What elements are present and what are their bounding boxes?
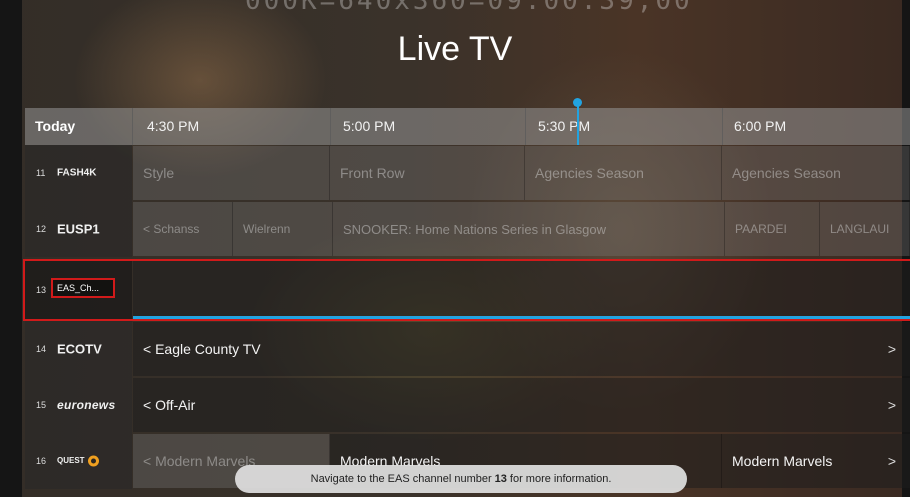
current-time-indicator bbox=[577, 102, 579, 145]
channel-row-11[interactable]: 11 FASH4K Style Front Row Agencies Seaso… bbox=[25, 145, 910, 201]
channel-number: 12 bbox=[36, 224, 47, 234]
channel-number: 11 bbox=[36, 168, 46, 178]
info-toast: Navigate to the EAS channel number 13 fo… bbox=[235, 465, 687, 493]
timeline-day-label: Today bbox=[35, 118, 76, 134]
timeline-slot: 4:30 PM bbox=[147, 118, 200, 134]
channel-cell[interactable]: 11 FASH4K bbox=[25, 145, 132, 201]
chevron-right-icon[interactable]: > bbox=[888, 453, 896, 469]
quest-logo-text: QUEST bbox=[57, 456, 85, 466]
quest-logo-icon bbox=[87, 455, 99, 467]
program-cell[interactable]: < Off-Air bbox=[133, 378, 910, 432]
channel-callsign: FASH4K bbox=[57, 167, 97, 179]
program-cell[interactable]: Agencies Season bbox=[525, 146, 722, 200]
program-cell[interactable]: SNOOKER: Home Nations Series in Glasgow bbox=[333, 202, 725, 256]
channel-row-15[interactable]: 15 euronews < Off-Air > bbox=[25, 377, 910, 433]
timeline-divider bbox=[722, 108, 723, 145]
page-title: Live TV bbox=[397, 30, 513, 68]
channel-callsign: ECOTV bbox=[57, 341, 102, 357]
timeline-divider bbox=[525, 108, 526, 145]
channel-row-13-selected[interactable]: 13 EAS_Ch... bbox=[23, 259, 910, 321]
program-title: < Off-Air bbox=[143, 397, 196, 413]
program-cell[interactable]: Wielrenn bbox=[233, 202, 333, 256]
timeline-header: Today 4:30 PM 5:00 PM 5:30 PM 6:00 PM bbox=[25, 98, 910, 145]
channel-cell[interactable]: 16 QUEST bbox=[25, 433, 132, 489]
program-cell[interactable]: PAARDEI bbox=[725, 202, 820, 256]
timeline-divider bbox=[132, 108, 133, 145]
highlight-border bbox=[23, 259, 910, 321]
timeline-slot: 5:30 PM bbox=[538, 118, 591, 134]
video-timecode-overlay: 000K=640x360=09:00:39,00 bbox=[245, 0, 693, 16]
program-cell[interactable]: Front Row bbox=[330, 146, 525, 200]
chevron-right-icon[interactable]: > bbox=[888, 397, 896, 413]
toast-prefix: Navigate to the EAS channel number bbox=[310, 473, 492, 485]
channel-row-12[interactable]: 12 EUSP1 < Schanss Wielrenn SNOOKER: Hom… bbox=[25, 201, 910, 257]
channel-number: 16 bbox=[36, 456, 47, 466]
channel-callsign: EUSP1 bbox=[57, 221, 100, 237]
program-title: < Eagle County TV bbox=[143, 341, 261, 357]
channel-number: 15 bbox=[36, 400, 47, 410]
timeline-divider bbox=[330, 108, 331, 145]
program-cell[interactable]: Modern Marvels bbox=[722, 434, 910, 488]
program-cell[interactable]: Style bbox=[133, 146, 330, 200]
channel-row-14[interactable]: 14 ECOTV < Eagle County TV > bbox=[25, 321, 910, 377]
toast-suffix: for more information. bbox=[509, 473, 612, 485]
channel-number: 14 bbox=[36, 344, 47, 354]
program-cell[interactable]: < Schanss bbox=[133, 202, 233, 256]
program-cell[interactable]: LANGLAUI bbox=[820, 202, 910, 256]
quest-logo: QUEST bbox=[57, 455, 99, 467]
channel-cell[interactable]: 15 euronews bbox=[25, 377, 132, 433]
toast-channel-number: 13 bbox=[494, 473, 507, 485]
euronews-logo: euronews bbox=[57, 398, 116, 412]
program-cell[interactable]: Agencies Season bbox=[722, 146, 910, 200]
left-edge-bar bbox=[0, 0, 22, 497]
channel-cell[interactable]: 12 EUSP1 bbox=[25, 201, 132, 257]
chevron-right-icon[interactable]: > bbox=[888, 341, 896, 357]
timeline-slot: 6:00 PM bbox=[734, 118, 787, 134]
timeline-slot: 5:00 PM bbox=[343, 118, 396, 134]
channel-cell[interactable]: 14 ECOTV bbox=[25, 321, 132, 377]
program-cell[interactable]: < Eagle County TV bbox=[133, 322, 910, 376]
